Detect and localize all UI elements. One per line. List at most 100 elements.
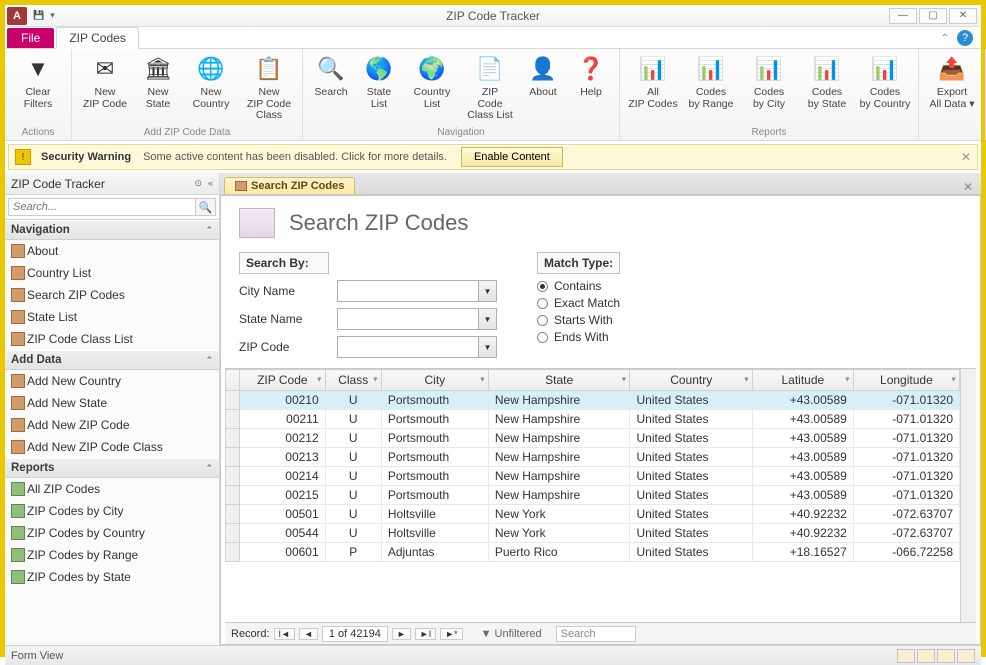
cell[interactable]: U	[325, 391, 381, 410]
record-position[interactable]: 1 of 42194	[322, 626, 388, 642]
file-tab[interactable]: File	[7, 28, 54, 48]
new-state-button[interactable]: 🏛NewState	[134, 51, 182, 126]
all-zip-codes-button[interactable]: 📊AllZIP Codes	[624, 51, 682, 126]
zip-codes-tab[interactable]: ZIP Codes	[56, 27, 138, 49]
column-header-longitude[interactable]: Longitude▼	[853, 370, 959, 391]
view-form-button[interactable]	[897, 649, 915, 663]
new-country-button[interactable]: 🌐NewCountry	[182, 51, 240, 126]
column-dropdown-icon[interactable]: ▼	[479, 377, 486, 384]
cell[interactable]: New Hampshire	[488, 391, 630, 410]
cell[interactable]: 00214	[240, 467, 326, 486]
record-prev-button[interactable]: ◄	[299, 628, 318, 640]
radio-ends-with[interactable]: Ends With	[537, 330, 620, 344]
state-list-button[interactable]: 🌎StateList	[355, 51, 403, 126]
maximize-button[interactable]: ▢	[919, 8, 947, 24]
collapse-ribbon-icon[interactable]: ⌃	[941, 33, 949, 44]
field-input-zip-code[interactable]: ▼	[337, 336, 497, 358]
cell[interactable]: +43.00589	[752, 429, 853, 448]
dropdown-icon[interactable]: ▼	[478, 281, 496, 301]
row-selector[interactable]	[226, 410, 240, 429]
cell[interactable]: United States	[630, 391, 752, 410]
cell[interactable]: U	[325, 429, 381, 448]
cell[interactable]: -071.01320	[853, 486, 959, 505]
cell[interactable]: -071.01320	[853, 467, 959, 486]
nav-item-about[interactable]: About	[5, 240, 219, 262]
table-row[interactable]: 00213UPortsmouthNew HampshireUnited Stat…	[226, 448, 960, 467]
row-selector[interactable]	[226, 448, 240, 467]
cell[interactable]: Portsmouth	[381, 486, 488, 505]
cell[interactable]: +43.00589	[752, 486, 853, 505]
row-selector[interactable]	[226, 467, 240, 486]
column-header-country[interactable]: Country▼	[630, 370, 752, 391]
nav-item-all-zip-codes[interactable]: All ZIP Codes	[5, 478, 219, 500]
cell[interactable]: +43.00589	[752, 467, 853, 486]
nav-group-add-data[interactable]: Add Data⌃	[5, 350, 219, 370]
nav-item-add-new-state[interactable]: Add New State	[5, 392, 219, 414]
cell[interactable]: +43.00589	[752, 448, 853, 467]
document-tab-search-zip-codes[interactable]: Search ZIP Codes	[224, 177, 355, 194]
nav-item-add-new-zip-code[interactable]: Add New ZIP Code	[5, 414, 219, 436]
column-dropdown-icon[interactable]: ▼	[844, 377, 851, 384]
search-button[interactable]: 🔍Search	[307, 51, 355, 126]
cell[interactable]: United States	[630, 505, 752, 524]
cell[interactable]: P	[325, 543, 381, 562]
cell[interactable]: 00210	[240, 391, 326, 410]
cell[interactable]: -071.01320	[853, 391, 959, 410]
dropdown-icon[interactable]: ▼	[478, 337, 496, 357]
row-selector[interactable]	[226, 391, 240, 410]
table-row[interactable]: 00211UPortsmouthNew HampshireUnited Stat…	[226, 410, 960, 429]
cell[interactable]: Portsmouth	[381, 391, 488, 410]
row-selector[interactable]	[226, 543, 240, 562]
cell[interactable]: New Hampshire	[488, 467, 630, 486]
nav-group-reports[interactable]: Reports⌃	[5, 458, 219, 478]
qat-dropdown-icon[interactable]: ▾	[50, 10, 55, 21]
about-button[interactable]: 👤About	[519, 51, 567, 126]
view-datasheet-button[interactable]	[917, 649, 935, 663]
row-selector[interactable]	[226, 486, 240, 505]
cell[interactable]: +43.00589	[752, 391, 853, 410]
cell[interactable]: -071.01320	[853, 429, 959, 448]
codes-by-city-button[interactable]: 📊Codesby City	[740, 51, 798, 126]
cell[interactable]: Puerto Rico	[488, 543, 630, 562]
clear-filters-button[interactable]: ▼ClearFilters	[9, 51, 67, 126]
column-dropdown-icon[interactable]: ▼	[372, 377, 379, 384]
nav-item-state-list[interactable]: State List	[5, 306, 219, 328]
cell[interactable]: U	[325, 410, 381, 429]
cell[interactable]: 00215	[240, 486, 326, 505]
cell[interactable]: New Hampshire	[488, 486, 630, 505]
cell[interactable]: Holtsville	[381, 505, 488, 524]
qat-save-icon[interactable]: 💾	[33, 10, 44, 21]
column-dropdown-icon[interactable]: ▼	[621, 377, 628, 384]
field-input-city-name[interactable]: ▼	[337, 280, 497, 302]
cell[interactable]: Portsmouth	[381, 448, 488, 467]
cell[interactable]: United States	[630, 543, 752, 562]
cell[interactable]: United States	[630, 524, 752, 543]
cell[interactable]: Portsmouth	[381, 467, 488, 486]
cell[interactable]: -072.63707	[853, 524, 959, 543]
codes-by-country-button[interactable]: 📊Codesby Country	[856, 51, 914, 126]
nav-pane-header[interactable]: ZIP Code Tracker ⊙«	[5, 173, 219, 195]
help-icon[interactable]: ?	[957, 30, 973, 46]
table-row[interactable]: 00212UPortsmouthNew HampshireUnited Stat…	[226, 429, 960, 448]
cell[interactable]: 00601	[240, 543, 326, 562]
nav-group-navigation[interactable]: Navigation⌃	[5, 220, 219, 240]
cell[interactable]: 00544	[240, 524, 326, 543]
nav-item-add-new-zip-code-class[interactable]: Add New ZIP Code Class	[5, 436, 219, 458]
nav-search-button[interactable]: 🔍	[196, 198, 216, 216]
cell[interactable]: New York	[488, 505, 630, 524]
table-row[interactable]: 00214UPortsmouthNew HampshireUnited Stat…	[226, 467, 960, 486]
minimize-button[interactable]: —	[889, 8, 917, 24]
row-selector[interactable]	[226, 524, 240, 543]
column-header-zip-code[interactable]: ZIP Code▼	[240, 370, 326, 391]
cell[interactable]: 00501	[240, 505, 326, 524]
country-list-button[interactable]: 🌍CountryList	[403, 51, 461, 126]
nav-item-zip-codes-by-range[interactable]: ZIP Codes by Range	[5, 544, 219, 566]
cell[interactable]: 00211	[240, 410, 326, 429]
nav-item-zip-code-class-list[interactable]: ZIP Code Class List	[5, 328, 219, 350]
cell[interactable]: +43.00589	[752, 410, 853, 429]
column-header-city[interactable]: City▼	[381, 370, 488, 391]
column-dropdown-icon[interactable]: ▼	[743, 377, 750, 384]
radio-contains[interactable]: Contains	[537, 279, 620, 293]
cell[interactable]: +18.16527	[752, 543, 853, 562]
export-all-data-button[interactable]: 📤ExportAll Data ▾	[923, 51, 981, 137]
